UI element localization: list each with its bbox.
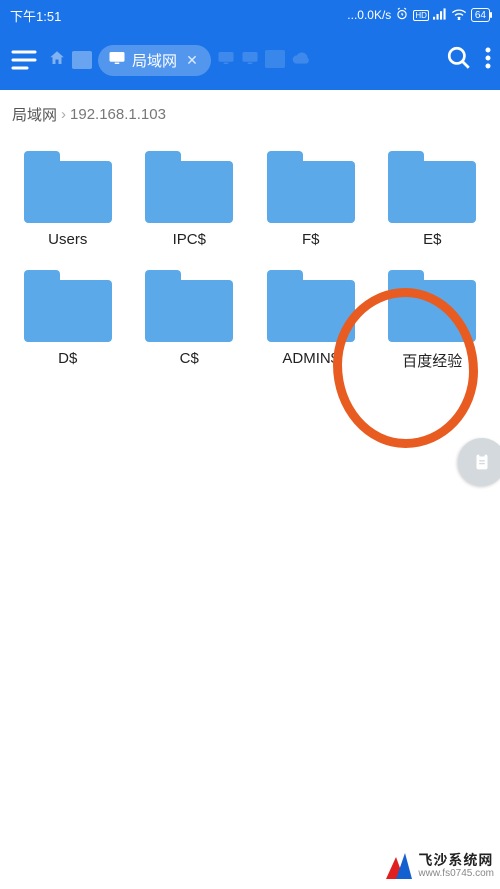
close-icon[interactable]: ✕ xyxy=(183,51,201,69)
cloud-icon[interactable] xyxy=(291,50,311,71)
active-tab-label: 局域网 xyxy=(132,50,177,71)
watermark: 飞沙系统网 www.fs0745.com xyxy=(386,853,494,879)
status-right: ...0.0K/s HD 64 xyxy=(347,7,490,24)
folder-icon xyxy=(388,151,476,223)
folder-admin[interactable]: ADMIN$ xyxy=(255,270,367,371)
status-bar: 下午1:51 ...0.0K/s HD 64 xyxy=(0,0,500,30)
alarm-icon xyxy=(395,7,409,24)
folder-icon xyxy=(24,270,112,342)
breadcrumb-root[interactable]: 局域网 xyxy=(12,104,57,125)
folder-d[interactable]: D$ xyxy=(12,270,124,371)
tab-faded-4[interactable] xyxy=(265,50,285,68)
active-tab[interactable]: 局域网 ✕ xyxy=(98,45,211,76)
net-speed: ...0.0K/s xyxy=(347,8,391,22)
folder-label: E$ xyxy=(423,231,441,248)
folder-label: ADMIN$ xyxy=(282,350,339,367)
menu-button[interactable] xyxy=(8,44,40,76)
watermark-logo-icon xyxy=(386,853,412,879)
breadcrumb[interactable]: 局域网 › 192.168.1.103 xyxy=(0,90,500,139)
folder-icon xyxy=(388,270,476,342)
folder-icon xyxy=(24,151,112,223)
wifi-icon xyxy=(451,8,467,23)
more-button[interactable] xyxy=(484,46,492,75)
search-button[interactable] xyxy=(446,45,472,76)
folder-icon xyxy=(267,270,355,342)
watermark-main: 飞沙系统网 xyxy=(418,853,494,868)
folder-icon xyxy=(145,270,233,342)
app-bar: 局域网 ✕ xyxy=(0,30,500,90)
breadcrumb-current[interactable]: 192.168.1.103 xyxy=(70,106,166,123)
folder-f[interactable]: F$ xyxy=(255,151,367,248)
tab-faded-1[interactable] xyxy=(72,51,92,69)
folder-label: D$ xyxy=(58,350,77,367)
faded-tabs xyxy=(217,50,311,71)
folder-label: IPC$ xyxy=(173,231,206,248)
home-icon[interactable] xyxy=(48,49,66,72)
battery-icon: 64 xyxy=(471,8,490,22)
clipboard-fab[interactable] xyxy=(458,438,500,486)
folder-label: 百度经验 xyxy=(402,350,462,371)
hd-icon: HD xyxy=(413,10,429,21)
chevron-right-icon: › xyxy=(61,106,66,123)
folder-label: F$ xyxy=(302,231,320,248)
monitor-icon xyxy=(108,50,126,70)
folder-baidu[interactable]: 百度经验 xyxy=(377,270,489,371)
status-time: 下午1:51 xyxy=(10,6,347,25)
tab-faded-3[interactable] xyxy=(241,50,259,71)
folder-label: C$ xyxy=(180,350,199,367)
folder-icon xyxy=(267,151,355,223)
tab-faded-2[interactable] xyxy=(217,50,235,71)
folder-users[interactable]: Users xyxy=(12,151,124,248)
folder-e[interactable]: E$ xyxy=(377,151,489,248)
signal-icon xyxy=(433,8,447,23)
folder-c[interactable]: C$ xyxy=(134,270,246,371)
tabs-scroll[interactable]: 局域网 ✕ xyxy=(48,45,438,76)
folder-label: Users xyxy=(48,231,87,248)
watermark-sub: www.fs0745.com xyxy=(418,868,494,879)
folder-grid: Users IPC$ F$ E$ D$ C$ ADMIN$ 百度经验 xyxy=(0,139,500,383)
folder-ipc[interactable]: IPC$ xyxy=(134,151,246,248)
folder-icon xyxy=(145,151,233,223)
